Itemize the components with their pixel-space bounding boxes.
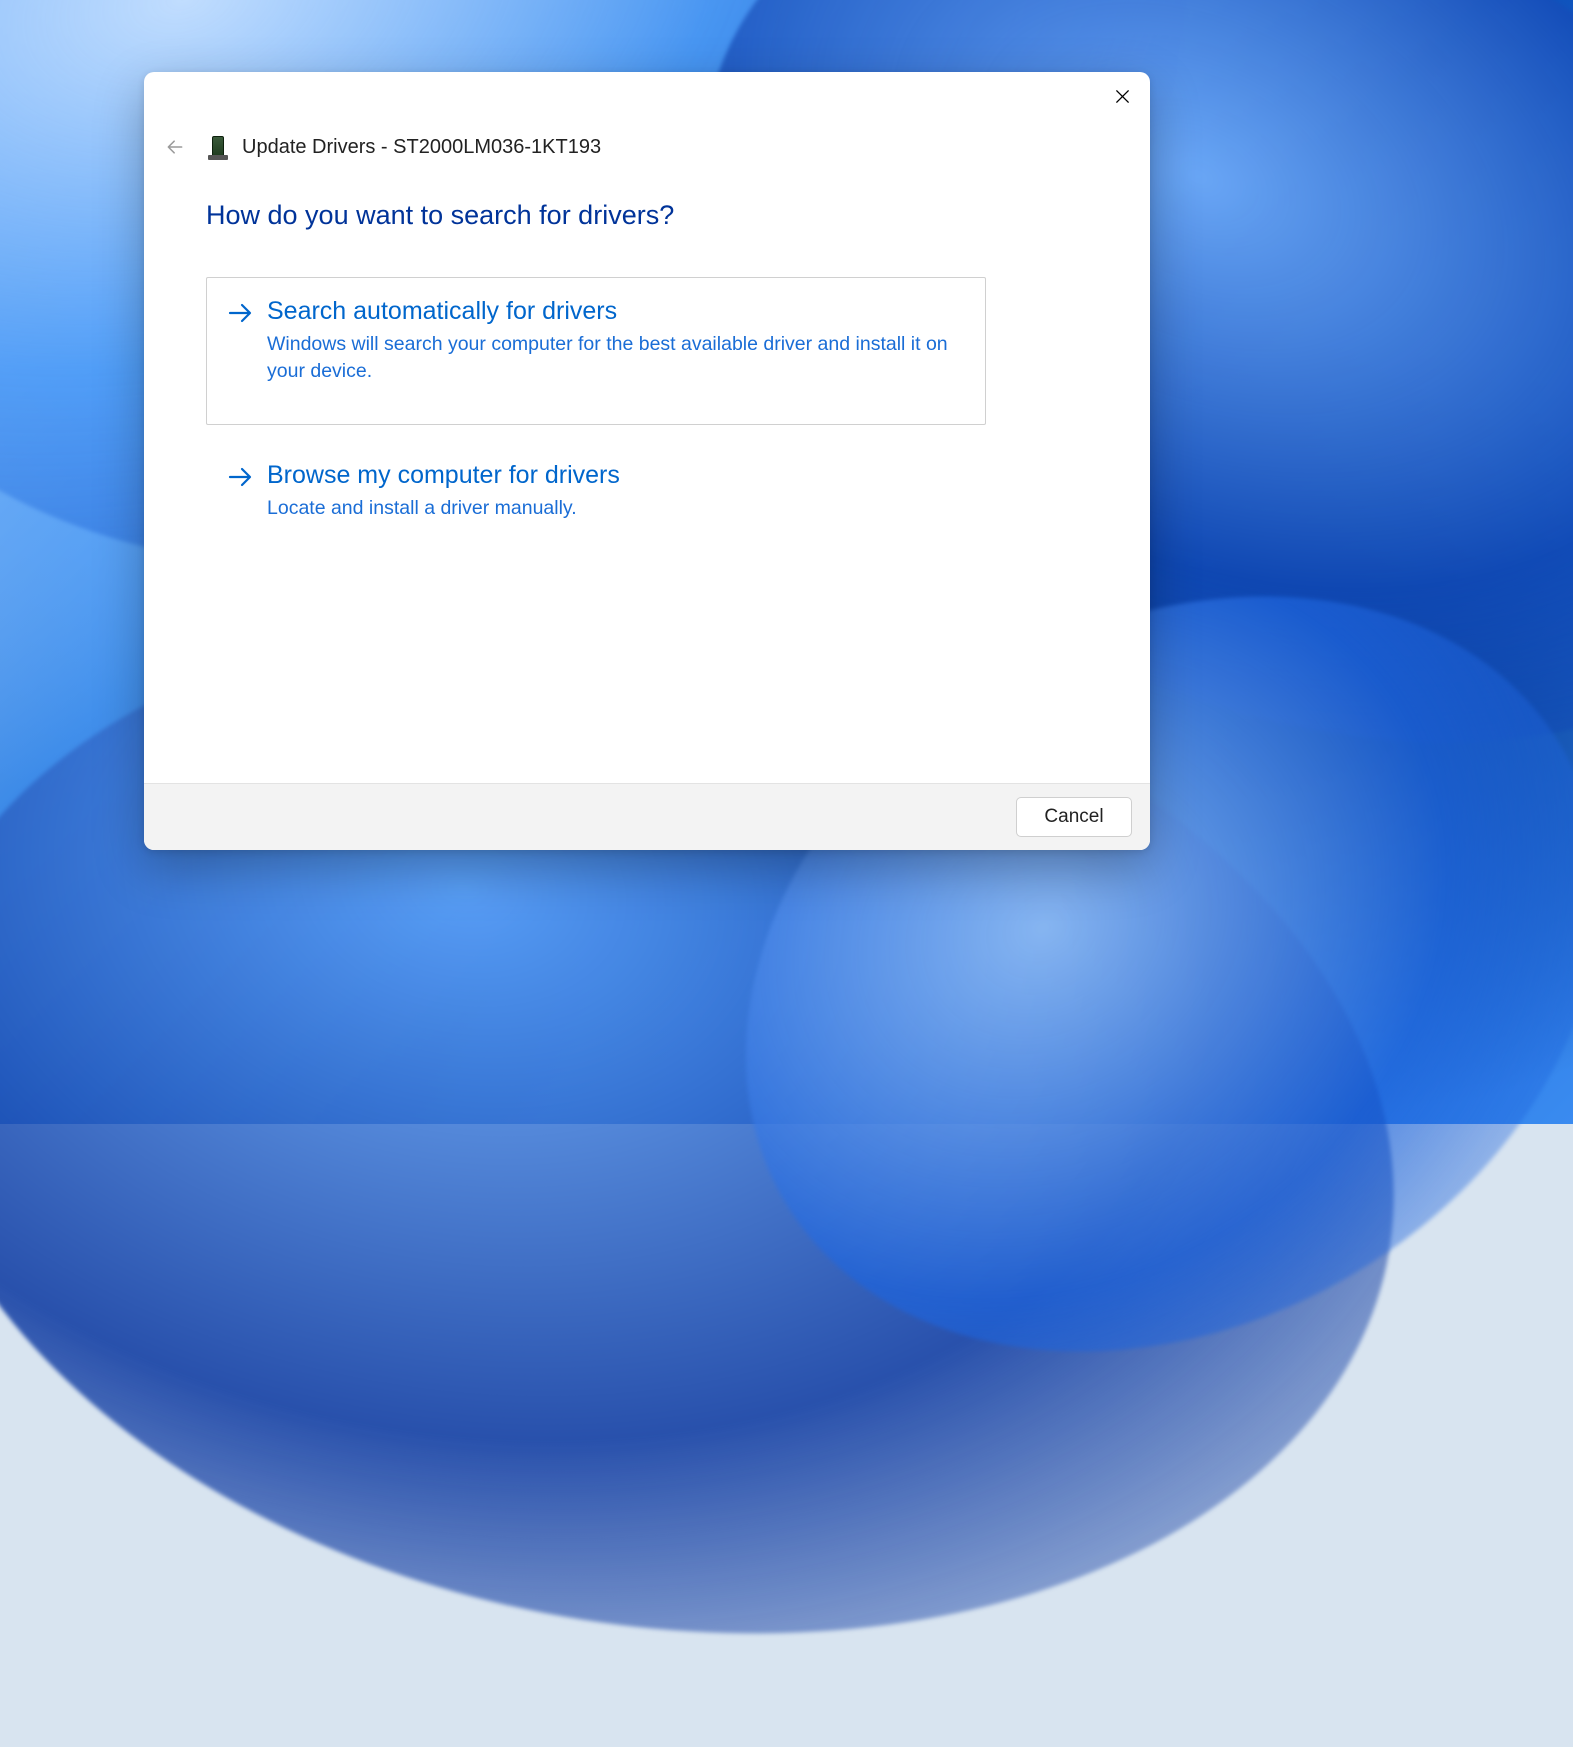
disk-drive-icon: [208, 134, 228, 160]
option-browse-computer[interactable]: Browse my computer for drivers Locate an…: [206, 441, 986, 563]
dialog-title: Update Drivers - ST2000LM036-1KT193: [242, 136, 601, 159]
option-title: Search automatically for drivers: [267, 296, 965, 327]
dialog-content: How do you want to search for drivers? S…: [144, 162, 1150, 783]
update-drivers-dialog: Update Drivers - ST2000LM036-1KT193 How …: [144, 72, 1150, 850]
dialog-titlebar: [144, 72, 1150, 118]
arrow-right-icon: [227, 466, 253, 493]
back-button[interactable]: [160, 132, 190, 162]
dialog-title-row: Update Drivers - ST2000LM036-1KT193: [144, 118, 1150, 162]
option-search-automatically[interactable]: Search automatically for drivers Windows…: [206, 277, 986, 425]
dialog-heading: How do you want to search for drivers?: [206, 200, 1088, 231]
option-description: Windows will search your computer for th…: [267, 331, 965, 384]
cancel-button[interactable]: Cancel: [1016, 797, 1132, 837]
arrow-left-icon: [165, 137, 185, 157]
close-button[interactable]: [1100, 78, 1144, 114]
close-icon: [1115, 89, 1130, 104]
option-description: Locate and install a driver manually.: [267, 495, 965, 521]
dialog-footer: Cancel: [144, 783, 1150, 850]
option-title: Browse my computer for drivers: [267, 460, 965, 491]
arrow-right-icon: [227, 302, 253, 329]
